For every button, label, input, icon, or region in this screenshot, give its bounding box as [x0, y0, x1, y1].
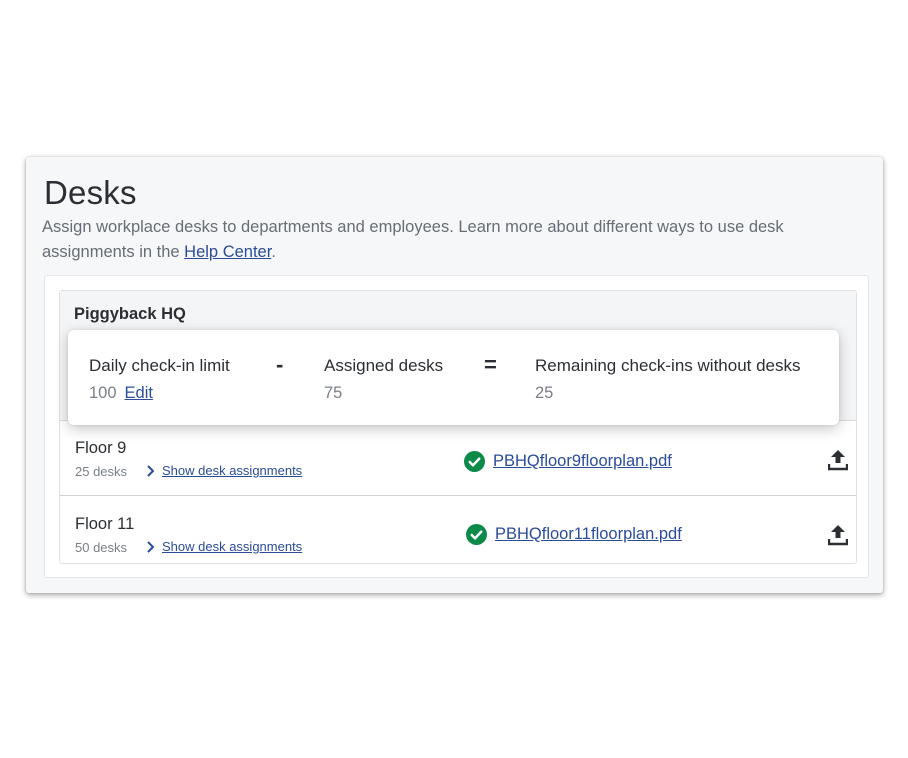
- help-center-link[interactable]: Help Center: [184, 243, 271, 261]
- page-title: Desks: [44, 174, 137, 211]
- assigned-desks-value: 75: [324, 384, 343, 402]
- show-desk-assignments-button[interactable]: Show desk assignments: [146, 539, 302, 554]
- description-suffix: .: [271, 243, 276, 261]
- desk-count: 25 desks: [75, 464, 128, 479]
- floor-name: Floor 11: [75, 515, 135, 533]
- floorplan-file: PBHQfloor11floorplan.pdf: [466, 524, 682, 545]
- floorplan-file: PBHQfloor9floorplan.pdf: [464, 451, 672, 472]
- assigned-desks-column: Assigned desks 75: [324, 356, 443, 403]
- checkin-summary-popover: Daily check-in limit 100 Edit - Assigned…: [68, 330, 839, 425]
- check-circle-icon: [464, 451, 485, 472]
- remaining-column: Remaining check-ins without desks 25: [535, 356, 801, 403]
- chevron-right-icon: [147, 464, 155, 477]
- assigned-desks-label: Assigned desks: [324, 356, 444, 375]
- floorplan-link[interactable]: PBHQfloor11floorplan.pdf: [495, 525, 682, 544]
- chevron-right-icon: [147, 540, 155, 553]
- floor-row: Floor 11 50 desks Show desk assignments …: [60, 497, 856, 563]
- show-desk-assignments-label: Show desk assignments: [162, 539, 303, 554]
- daily-limit-column: Daily check-in limit 100 Edit: [89, 356, 230, 403]
- location-name: Piggyback HQ: [74, 305, 186, 323]
- daily-limit-value: 100: [89, 384, 117, 402]
- remaining-value: 25: [535, 384, 554, 402]
- floor-name: Floor 9: [75, 439, 127, 457]
- remaining-label: Remaining check-ins without desks: [535, 356, 801, 375]
- upload-icon[interactable]: [828, 449, 848, 471]
- show-desk-assignments-label: Show desk assignments: [162, 463, 303, 478]
- floor-row: Floor 9 25 desks Show desk assignments P…: [60, 421, 856, 496]
- locations-panel: Piggyback HQ Floor 9 25 desks Show desk …: [44, 275, 869, 578]
- check-circle-icon: [466, 524, 487, 545]
- upload-icon[interactable]: [828, 524, 848, 546]
- edit-limit-link[interactable]: Edit: [125, 384, 153, 403]
- floorplan-link[interactable]: PBHQfloor9floorplan.pdf: [493, 452, 672, 471]
- equals-operator: =: [484, 352, 497, 377]
- show-desk-assignments-button[interactable]: Show desk assignments: [146, 463, 302, 478]
- minus-operator: -: [276, 352, 284, 377]
- desk-count: 50 desks: [75, 540, 128, 555]
- description-text: Assign workplace desks to departments an…: [42, 218, 784, 261]
- daily-limit-label: Daily check-in limit: [89, 356, 230, 375]
- page-description: Assign workplace desks to departments an…: [42, 215, 842, 265]
- daily-limit-value-row: 100 Edit: [89, 384, 230, 403]
